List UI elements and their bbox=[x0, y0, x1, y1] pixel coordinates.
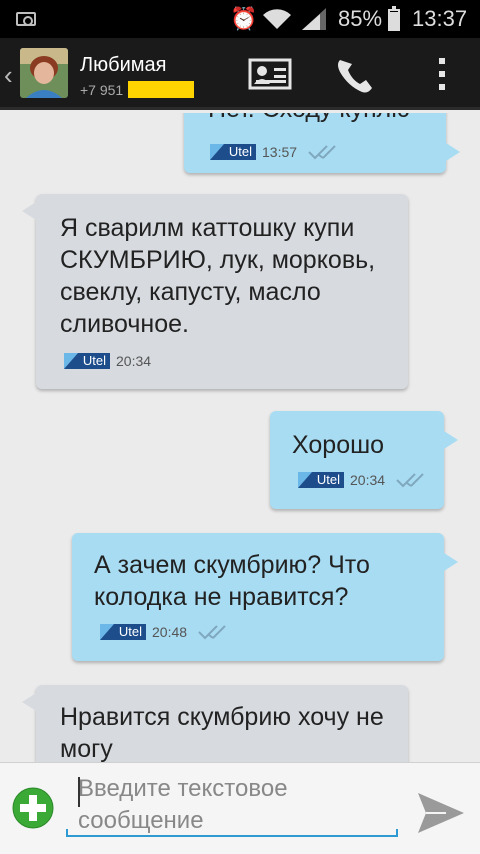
bubble-tail bbox=[444, 553, 458, 571]
wifi-icon bbox=[263, 9, 291, 30]
message-meta: Utel 13:57 bbox=[210, 143, 353, 163]
message-input[interactable] bbox=[66, 769, 398, 837]
message-text: Хорошо bbox=[292, 431, 385, 459]
status-bar: ⏰ 85% 13:37 bbox=[0, 0, 480, 38]
message-list[interactable]: Нет. Сходу куплю Utel 13:57 Я сварилм кат… bbox=[0, 113, 480, 762]
message-time: 20:34 bbox=[350, 472, 386, 489]
avatar[interactable] bbox=[20, 48, 68, 98]
operator-badge: Utel bbox=[64, 353, 110, 370]
bubble-tail bbox=[22, 202, 36, 220]
bubble-tail bbox=[444, 431, 458, 449]
phone-icon[interactable] bbox=[332, 54, 380, 94]
send-icon[interactable] bbox=[416, 791, 466, 835]
message-meta: Utel 20:34 bbox=[64, 352, 151, 372]
clock: 13:37 bbox=[412, 6, 468, 31]
avatar-photo bbox=[20, 48, 68, 98]
contact-number: +7 951 bbox=[80, 82, 124, 98]
message-time: 20:48 bbox=[152, 624, 188, 641]
message-text: А зачем скумбрию? Что колодка не нравитс… bbox=[94, 551, 370, 611]
message-bubble-outgoing[interactable]: А зачем скумбрию? Что колодка не нравитс… bbox=[72, 533, 458, 661]
alarm-icon: ⏰ bbox=[230, 6, 258, 31]
message-meta: Utel 20:48 bbox=[100, 623, 243, 643]
overflow-menu-icon[interactable] bbox=[418, 54, 466, 94]
delivered-checks-icon bbox=[396, 473, 424, 488]
battery-icon bbox=[388, 6, 400, 31]
message-time: 13:57 bbox=[262, 144, 298, 161]
contact-card-icon[interactable] bbox=[246, 54, 294, 94]
message-text: Нет. Сходу куплю bbox=[208, 113, 410, 125]
operator-badge: Utel bbox=[298, 472, 344, 489]
input-underline bbox=[66, 829, 398, 837]
message-bubble-incoming[interactable]: Нравится скумбрию хочу не могу bbox=[22, 685, 408, 762]
delivered-checks-icon bbox=[308, 145, 336, 160]
operator-badge: Utel bbox=[210, 144, 256, 161]
conversation-header: ‹ Любимая +7 951 bbox=[0, 38, 480, 110]
battery-percent: 85% bbox=[338, 6, 383, 31]
bubble-tail bbox=[446, 143, 460, 161]
message-meta: Utel 20:34 bbox=[298, 471, 441, 491]
message-composer bbox=[0, 762, 480, 854]
chevron-left-icon[interactable]: ‹ bbox=[4, 60, 13, 91]
add-attachment-icon[interactable] bbox=[12, 787, 54, 829]
message-bubble-outgoing[interactable]: Нет. Сходу куплю Utel 13:57 bbox=[184, 113, 460, 173]
bubble-tail bbox=[22, 693, 36, 711]
operator-badge: Utel bbox=[100, 624, 146, 641]
message-time: 20:34 bbox=[116, 353, 152, 370]
message-text: Нравится скумбрию хочу не могу bbox=[60, 703, 384, 762]
contact-name: Любимая bbox=[80, 54, 167, 76]
signal-icon bbox=[302, 8, 326, 30]
message-text: Я сварилм каттошку купи СКУМБРИЮ, лук, м… bbox=[60, 214, 376, 338]
message-bubble-outgoing[interactable]: Хорошо Utel 20:34 bbox=[270, 411, 458, 509]
text-cursor bbox=[78, 777, 80, 807]
redaction-mark bbox=[128, 81, 194, 98]
delivered-checks-icon bbox=[198, 625, 226, 640]
camera-icon bbox=[16, 12, 36, 26]
message-bubble-incoming[interactable]: Я сварилм каттошку купи СКУМБРИЮ, лук, м… bbox=[22, 194, 408, 389]
